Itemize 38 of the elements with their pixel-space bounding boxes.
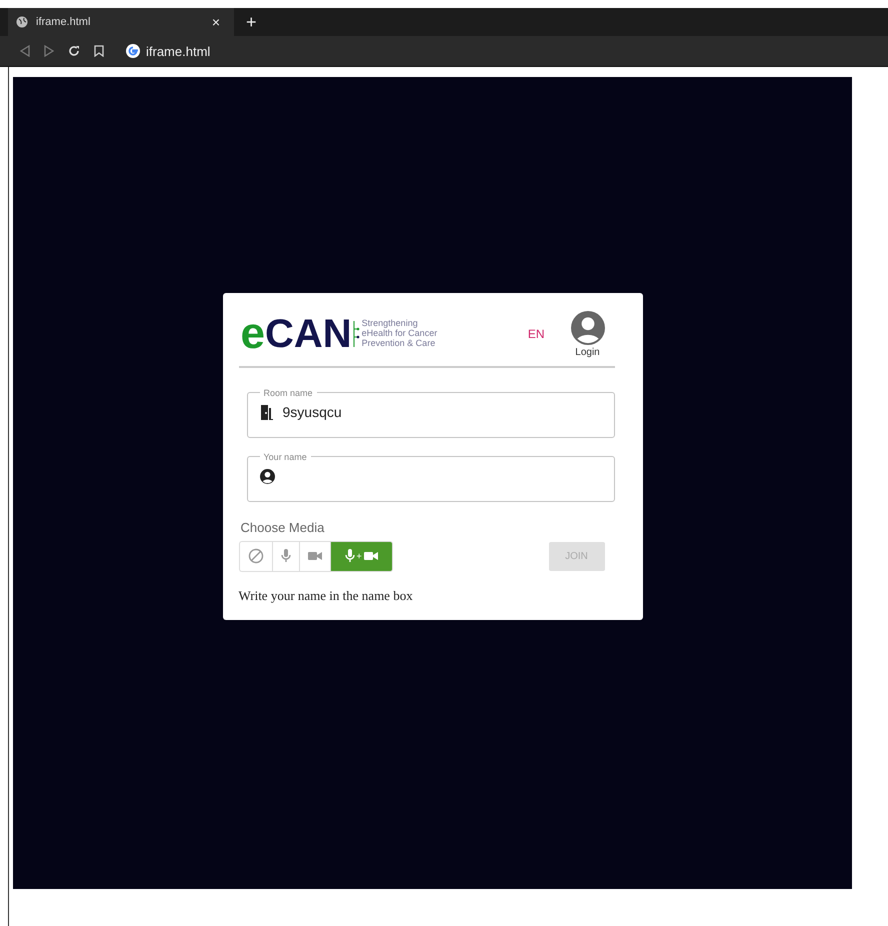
door-icon bbox=[260, 404, 272, 420]
circuit-icon bbox=[352, 319, 360, 349]
logo-letter: e bbox=[240, 312, 265, 356]
account-icon bbox=[570, 310, 604, 344]
new-tab-button[interactable]: + bbox=[240, 12, 263, 32]
field-label: Room name bbox=[262, 388, 314, 398]
media-heading: Choose Media bbox=[240, 520, 326, 534]
media-option[interactable] bbox=[272, 540, 298, 572]
plus-sign: + bbox=[356, 551, 362, 561]
address-text[interactable]: iframe.html bbox=[146, 44, 210, 58]
media-option[interactable]: + bbox=[330, 540, 393, 572]
microphone-icon bbox=[344, 549, 354, 563]
field-label: Your name bbox=[262, 452, 308, 462]
user-icon bbox=[260, 468, 274, 484]
forward-icon[interactable] bbox=[44, 45, 54, 57]
logo-tagline: eHealth for Cancer bbox=[362, 329, 438, 339]
media-option[interactable] bbox=[238, 540, 272, 572]
logo-tagline: Prevention & Care bbox=[362, 338, 436, 349]
browser-tab[interactable]: iframe.html × bbox=[8, 8, 234, 36]
text-field[interactable]: Room name 9syusqcu bbox=[246, 388, 614, 438]
language-button[interactable]: EN bbox=[522, 326, 550, 342]
media-option[interactable] bbox=[298, 540, 330, 572]
login-button[interactable]: Login bbox=[570, 310, 604, 358]
microphone-icon bbox=[280, 549, 290, 563]
bookmark-icon[interactable] bbox=[94, 45, 104, 57]
text-field[interactable]: Your name bbox=[246, 452, 614, 502]
prohibited-icon bbox=[248, 548, 264, 564]
google-icon bbox=[126, 44, 140, 58]
globe-icon bbox=[16, 16, 28, 28]
back-icon[interactable] bbox=[20, 45, 30, 57]
logo-wordmark: CAN bbox=[264, 314, 352, 354]
hint-text: Write your name in the name box bbox=[238, 588, 414, 604]
video-camera-icon bbox=[364, 551, 378, 561]
tab-title: iframe.html bbox=[36, 16, 92, 28]
video-camera-icon bbox=[308, 551, 322, 561]
close-tab-button[interactable]: × bbox=[206, 14, 226, 30]
reload-icon[interactable] bbox=[68, 45, 80, 57]
logo-tagline: Strengthening bbox=[362, 319, 419, 330]
